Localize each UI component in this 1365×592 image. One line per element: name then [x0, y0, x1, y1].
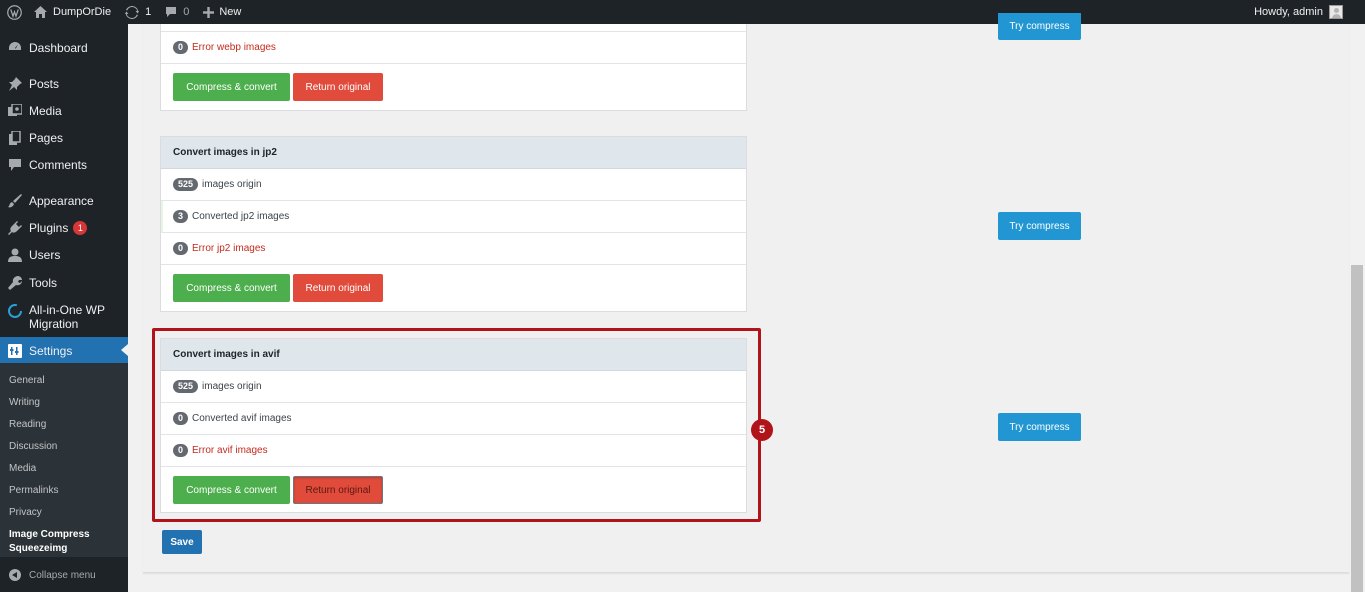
sidebar-item-plugins[interactable]: Plugins 1	[0, 221, 128, 235]
submenu-item-media[interactable]: Media	[9, 463, 36, 474]
webp-compress-convert-button[interactable]: Compress & convert	[173, 73, 290, 101]
updates-count: 1	[145, 6, 152, 18]
plugins-update-badge: 1	[73, 221, 88, 235]
panel-row-top-edge	[161, 24, 746, 32]
admin-sidebar: Dashboard Posts Media Pages Comments App…	[0, 24, 128, 592]
sidebar-item-label: All-in-One WP Migration	[29, 303, 105, 331]
dashboard-icon	[8, 41, 22, 55]
webp-try-compress-button[interactable]: Try compress	[998, 13, 1081, 40]
comment-icon	[8, 158, 22, 172]
submenu-item-writing[interactable]: Writing	[9, 397, 40, 408]
new-label: New	[219, 6, 242, 18]
avif-try-compress-button[interactable]: Try compress	[998, 413, 1081, 441]
sidebar-item-label: Dashboard	[29, 41, 88, 55]
save-button[interactable]: Save	[162, 530, 202, 554]
settings-submenu: General Writing Reading Discussion Media…	[0, 363, 128, 557]
comments-link[interactable]: 0	[158, 0, 196, 24]
jp2-panel-title: Convert images in jp2	[161, 137, 746, 169]
jp2-origin-count: 525	[173, 178, 199, 191]
sidebar-item-label: Pages	[29, 131, 64, 145]
sidebar-item-appearance[interactable]: Appearance	[0, 194, 128, 208]
webp-actions: Compress & convert Return original	[161, 64, 746, 110]
submenu-item-image-compress-squeezeimg[interactable]: Image Compress Squeezeimg	[9, 528, 119, 556]
comment-bubble-icon	[165, 6, 177, 18]
sidebar-item-pages[interactable]: Pages	[0, 131, 128, 145]
sidebar-item-label: Posts	[29, 77, 60, 91]
plugin-icon	[8, 221, 22, 235]
admin-bar: DumpOrDie 1 0 New Howdy, admin	[0, 0, 1365, 24]
plus-icon	[203, 6, 215, 18]
submenu-item-general[interactable]: General	[9, 375, 45, 386]
submenu-item-reading[interactable]: Reading	[9, 419, 46, 430]
sidebar-item-media[interactable]: Media	[0, 104, 128, 118]
pages-icon	[8, 131, 22, 145]
webp-return-original-button[interactable]: Return original	[293, 73, 383, 101]
sidebar-item-dashboard[interactable]: Dashboard	[0, 41, 128, 55]
jp2-error-count: 0	[173, 242, 189, 255]
webp-error-label: Error webp images	[192, 42, 276, 53]
jp2-origin-row: 525 images origin	[161, 169, 746, 201]
sidebar-item-label: Settings	[29, 343, 73, 358]
user-icon	[8, 248, 22, 262]
avatar	[1329, 5, 1343, 19]
jp2-converted-count: 3	[173, 210, 189, 223]
brush-icon	[8, 194, 22, 208]
migration-icon	[8, 304, 22, 318]
site-name: DumpOrDie	[53, 6, 112, 18]
scrollbar-thumb[interactable]	[1351, 265, 1363, 592]
jp2-converted-label: Converted jp2 images	[192, 211, 290, 222]
settings-icon	[8, 343, 22, 358]
sidebar-item-label: Tools	[29, 276, 58, 290]
jp2-try-compress-button[interactable]: Try compress	[998, 212, 1081, 240]
webp-panel: 0 Error webp images Compress & convert R…	[160, 24, 747, 111]
jp2-compress-convert-button[interactable]: Compress & convert	[173, 274, 290, 302]
jp2-actions: Compress & convert Return original	[161, 265, 746, 311]
sidebar-item-comments[interactable]: Comments	[0, 158, 128, 172]
wordpress-logo-icon[interactable]	[1, 0, 27, 24]
sidebar-item-label: Plugins	[29, 221, 69, 235]
collapse-label: Collapse menu	[29, 569, 96, 581]
jp2-error-row: 0 Error jp2 images	[161, 233, 746, 265]
sidebar-item-label: Appearance	[29, 194, 94, 208]
site-name-link[interactable]: DumpOrDie	[27, 0, 118, 24]
pin-icon	[8, 77, 22, 91]
step-marker-badge: 5	[751, 419, 773, 441]
jp2-converted-row: 3 Converted jp2 images	[161, 201, 746, 233]
new-content-link[interactable]: New	[196, 0, 248, 24]
media-icon	[8, 104, 22, 118]
collapse-menu-button[interactable]: Collapse menu	[0, 569, 128, 581]
howdy-text: Howdy, admin	[1254, 6, 1323, 18]
submenu-item-permalinks[interactable]: Permalinks	[9, 485, 58, 496]
sidebar-item-posts[interactable]: Posts	[0, 77, 128, 91]
webp-error-row: 0 Error webp images	[161, 32, 746, 64]
webp-error-count: 0	[173, 41, 189, 54]
my-account-link[interactable]: Howdy, admin	[1247, 0, 1365, 24]
updates-icon	[125, 5, 140, 19]
sidebar-item-all-in-one-wp-migration[interactable]: All-in-One WP Migration	[0, 303, 128, 331]
submenu-item-discussion[interactable]: Discussion	[9, 441, 57, 452]
sidebar-item-label: Comments	[29, 158, 88, 172]
sidebar-item-label: Users	[29, 248, 61, 262]
home-icon	[34, 6, 47, 18]
highlight-box	[152, 328, 761, 522]
submenu-item-privacy[interactable]: Privacy	[9, 507, 42, 518]
jp2-origin-label: images origin	[202, 179, 262, 190]
jp2-return-original-button[interactable]: Return original	[293, 274, 383, 302]
updates-link[interactable]: 1	[118, 0, 158, 24]
comments-count: 0	[183, 6, 190, 18]
sidebar-item-users[interactable]: Users	[0, 248, 128, 262]
sidebar-item-tools[interactable]: Tools	[0, 276, 128, 290]
collapse-arrow-icon	[9, 569, 21, 581]
sidebar-item-label: Media	[29, 104, 62, 118]
sidebar-item-settings[interactable]: Settings	[0, 337, 128, 364]
jp2-error-label: Error jp2 images	[192, 243, 266, 254]
wrench-icon	[8, 276, 22, 290]
jp2-panel: Convert images in jp2 525 images origin …	[160, 136, 747, 312]
